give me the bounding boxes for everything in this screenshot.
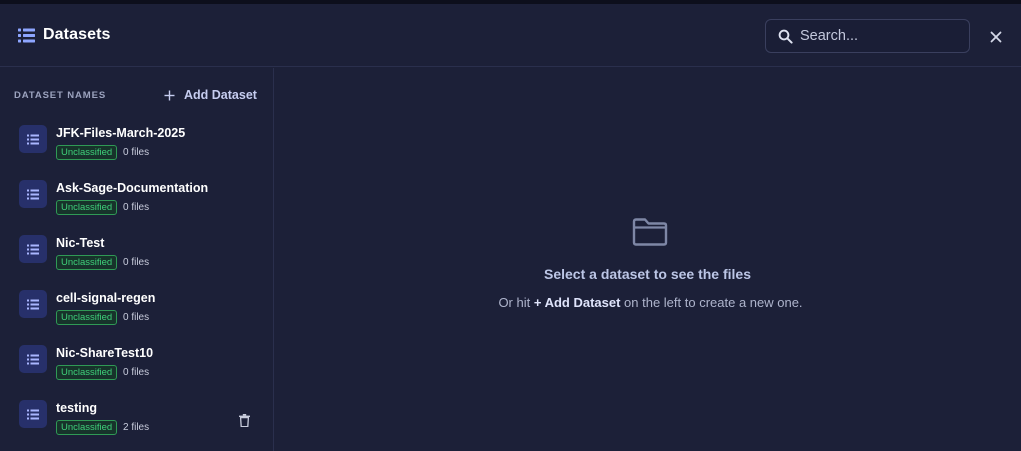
classification-badge: Unclassified — [56, 310, 118, 325]
dataset-icon-tile — [19, 235, 47, 263]
file-count: 2 files — [123, 422, 150, 433]
dataset-name: cell-signal-regen — [56, 291, 156, 305]
classification-badge: Unclassified — [56, 420, 118, 435]
dataset-item[interactable]: testing Unclassified 2 files — [0, 391, 273, 446]
dataset-sidebar: DATASET NAMES Add Dataset JFK-Files-Marc… — [0, 68, 274, 451]
dataset-icon-tile — [19, 125, 47, 153]
add-dataset-label: Add Dataset — [184, 88, 257, 102]
dataset-list: JFK-Files-March-2025 Unclassified 0 file… — [0, 116, 273, 446]
add-dataset-button[interactable]: Add Dataset — [164, 86, 257, 104]
search-box[interactable] — [765, 19, 970, 53]
sidebar-heading: DATASET NAMES — [14, 90, 107, 101]
dataset-item[interactable]: Ask-Sage-Documentation Unclassified 0 fi… — [0, 171, 273, 226]
plus-icon — [164, 90, 175, 100]
dataset-icon-tile — [19, 180, 47, 208]
folder-icon — [632, 218, 668, 246]
list-icon — [27, 409, 39, 419]
dataset-name: JFK-Files-March-2025 — [56, 126, 186, 140]
dataset-name: Nic-ShareTest10 — [56, 346, 154, 360]
dataset-name: Ask-Sage-Documentation — [56, 181, 209, 195]
search-icon — [778, 29, 793, 44]
hint-prefix: Or hit — [498, 295, 534, 310]
trash-icon[interactable] — [239, 414, 250, 427]
dataset-name: testing — [56, 401, 97, 415]
hint-suffix: on the left to create a new one. — [620, 295, 803, 310]
dataset-icon-tile — [19, 345, 47, 373]
dataset-item[interactable]: JFK-Files-March-2025 Unclassified 0 file… — [0, 116, 273, 171]
close-icon[interactable] — [988, 29, 1004, 45]
list-icon — [27, 134, 39, 144]
classification-badge: Unclassified — [56, 255, 118, 270]
dataset-icon-tile — [19, 290, 47, 318]
file-count: 0 files — [123, 147, 150, 158]
header: Datasets — [0, 4, 1021, 67]
page-title: Datasets — [43, 26, 111, 43]
file-count: 0 files — [123, 312, 150, 323]
file-count: 0 files — [123, 257, 150, 268]
search-input[interactable] — [800, 25, 960, 47]
list-icon — [27, 189, 39, 199]
hint-add-dataset-link[interactable]: + Add Dataset — [534, 295, 621, 310]
classification-badge: Unclassified — [56, 365, 118, 380]
dataset-icon-tile — [19, 400, 47, 428]
empty-state: Select a dataset to see the files Or hit… — [274, 68, 1021, 451]
list-icon — [27, 299, 39, 309]
empty-state-title: Select a dataset to see the files — [544, 266, 751, 282]
dataset-item[interactable]: Nic-Test Unclassified 0 files — [0, 226, 273, 281]
classification-badge: Unclassified — [56, 145, 118, 160]
list-icon — [18, 28, 35, 43]
dataset-name: Nic-Test — [56, 236, 105, 250]
list-icon — [27, 354, 39, 364]
file-count: 0 files — [123, 202, 150, 213]
dataset-item[interactable]: cell-signal-regen Unclassified 0 files — [0, 281, 273, 336]
classification-badge: Unclassified — [56, 200, 118, 215]
dataset-item[interactable]: Nic-ShareTest10 Unclassified 0 files — [0, 336, 273, 391]
list-icon — [27, 244, 39, 254]
empty-state-hint: Or hit + Add Dataset on the left to crea… — [274, 295, 1021, 310]
file-count: 0 files — [123, 367, 150, 378]
